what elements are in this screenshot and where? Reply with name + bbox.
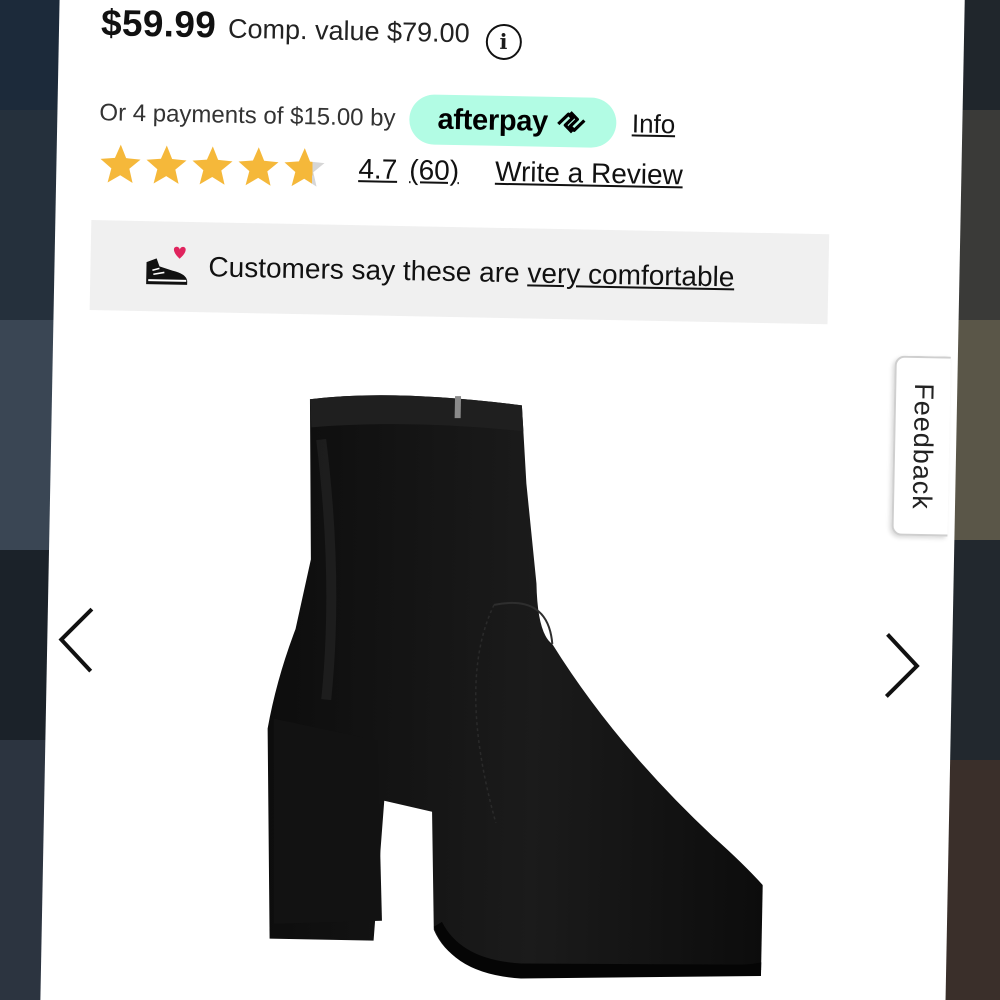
review-count[interactable]: (60) — [409, 154, 459, 187]
price-row: $59.99 Comp. value $79.00 i — [100, 2, 522, 60]
star-icon — [238, 147, 279, 186]
installments-text: Or 4 payments of $15.00 by — [99, 99, 396, 132]
comfort-link[interactable]: very comfortable — [527, 257, 735, 292]
star-icon — [284, 148, 325, 187]
star-rating[interactable] — [98, 142, 327, 190]
comfort-prefix: Customers say these are — [208, 251, 520, 289]
comfort-text: Customers say these are very comfortable — [208, 251, 735, 293]
star-icon — [100, 144, 141, 184]
product-image[interactable] — [200, 377, 773, 1000]
rating-value[interactable]: 4.7 — [358, 153, 398, 186]
write-review-link[interactable]: Write a Review — [495, 156, 683, 192]
comp-value: Comp. value $79.00 — [227, 13, 470, 49]
product-page: $59.99 Comp. value $79.00 i Or 4 payment… — [40, 0, 965, 1000]
comfort-banner: Customers say these are very comfortable — [89, 220, 830, 325]
shoe-heart-icon — [146, 246, 188, 285]
chevron-left-icon[interactable] — [53, 604, 100, 675]
afterpay-brand: afterpay — [437, 103, 549, 138]
afterpay-arrows-icon — [556, 111, 586, 134]
feedback-label: Feedback — [906, 382, 939, 510]
feedback-tab[interactable]: Feedback — [891, 355, 951, 537]
star-icon — [146, 145, 187, 184]
price: $59.99 — [100, 2, 217, 46]
afterpay-row: Or 4 payments of $15.00 by afterpay Info — [99, 88, 676, 149]
afterpay-info-link[interactable]: Info — [632, 108, 676, 140]
star-icon — [192, 146, 233, 185]
rating-row: 4.7 (60) Write a Review — [98, 142, 683, 197]
afterpay-logo: afterpay — [409, 94, 617, 149]
info-icon[interactable]: i — [485, 23, 522, 60]
chevron-right-icon[interactable] — [878, 630, 925, 701]
